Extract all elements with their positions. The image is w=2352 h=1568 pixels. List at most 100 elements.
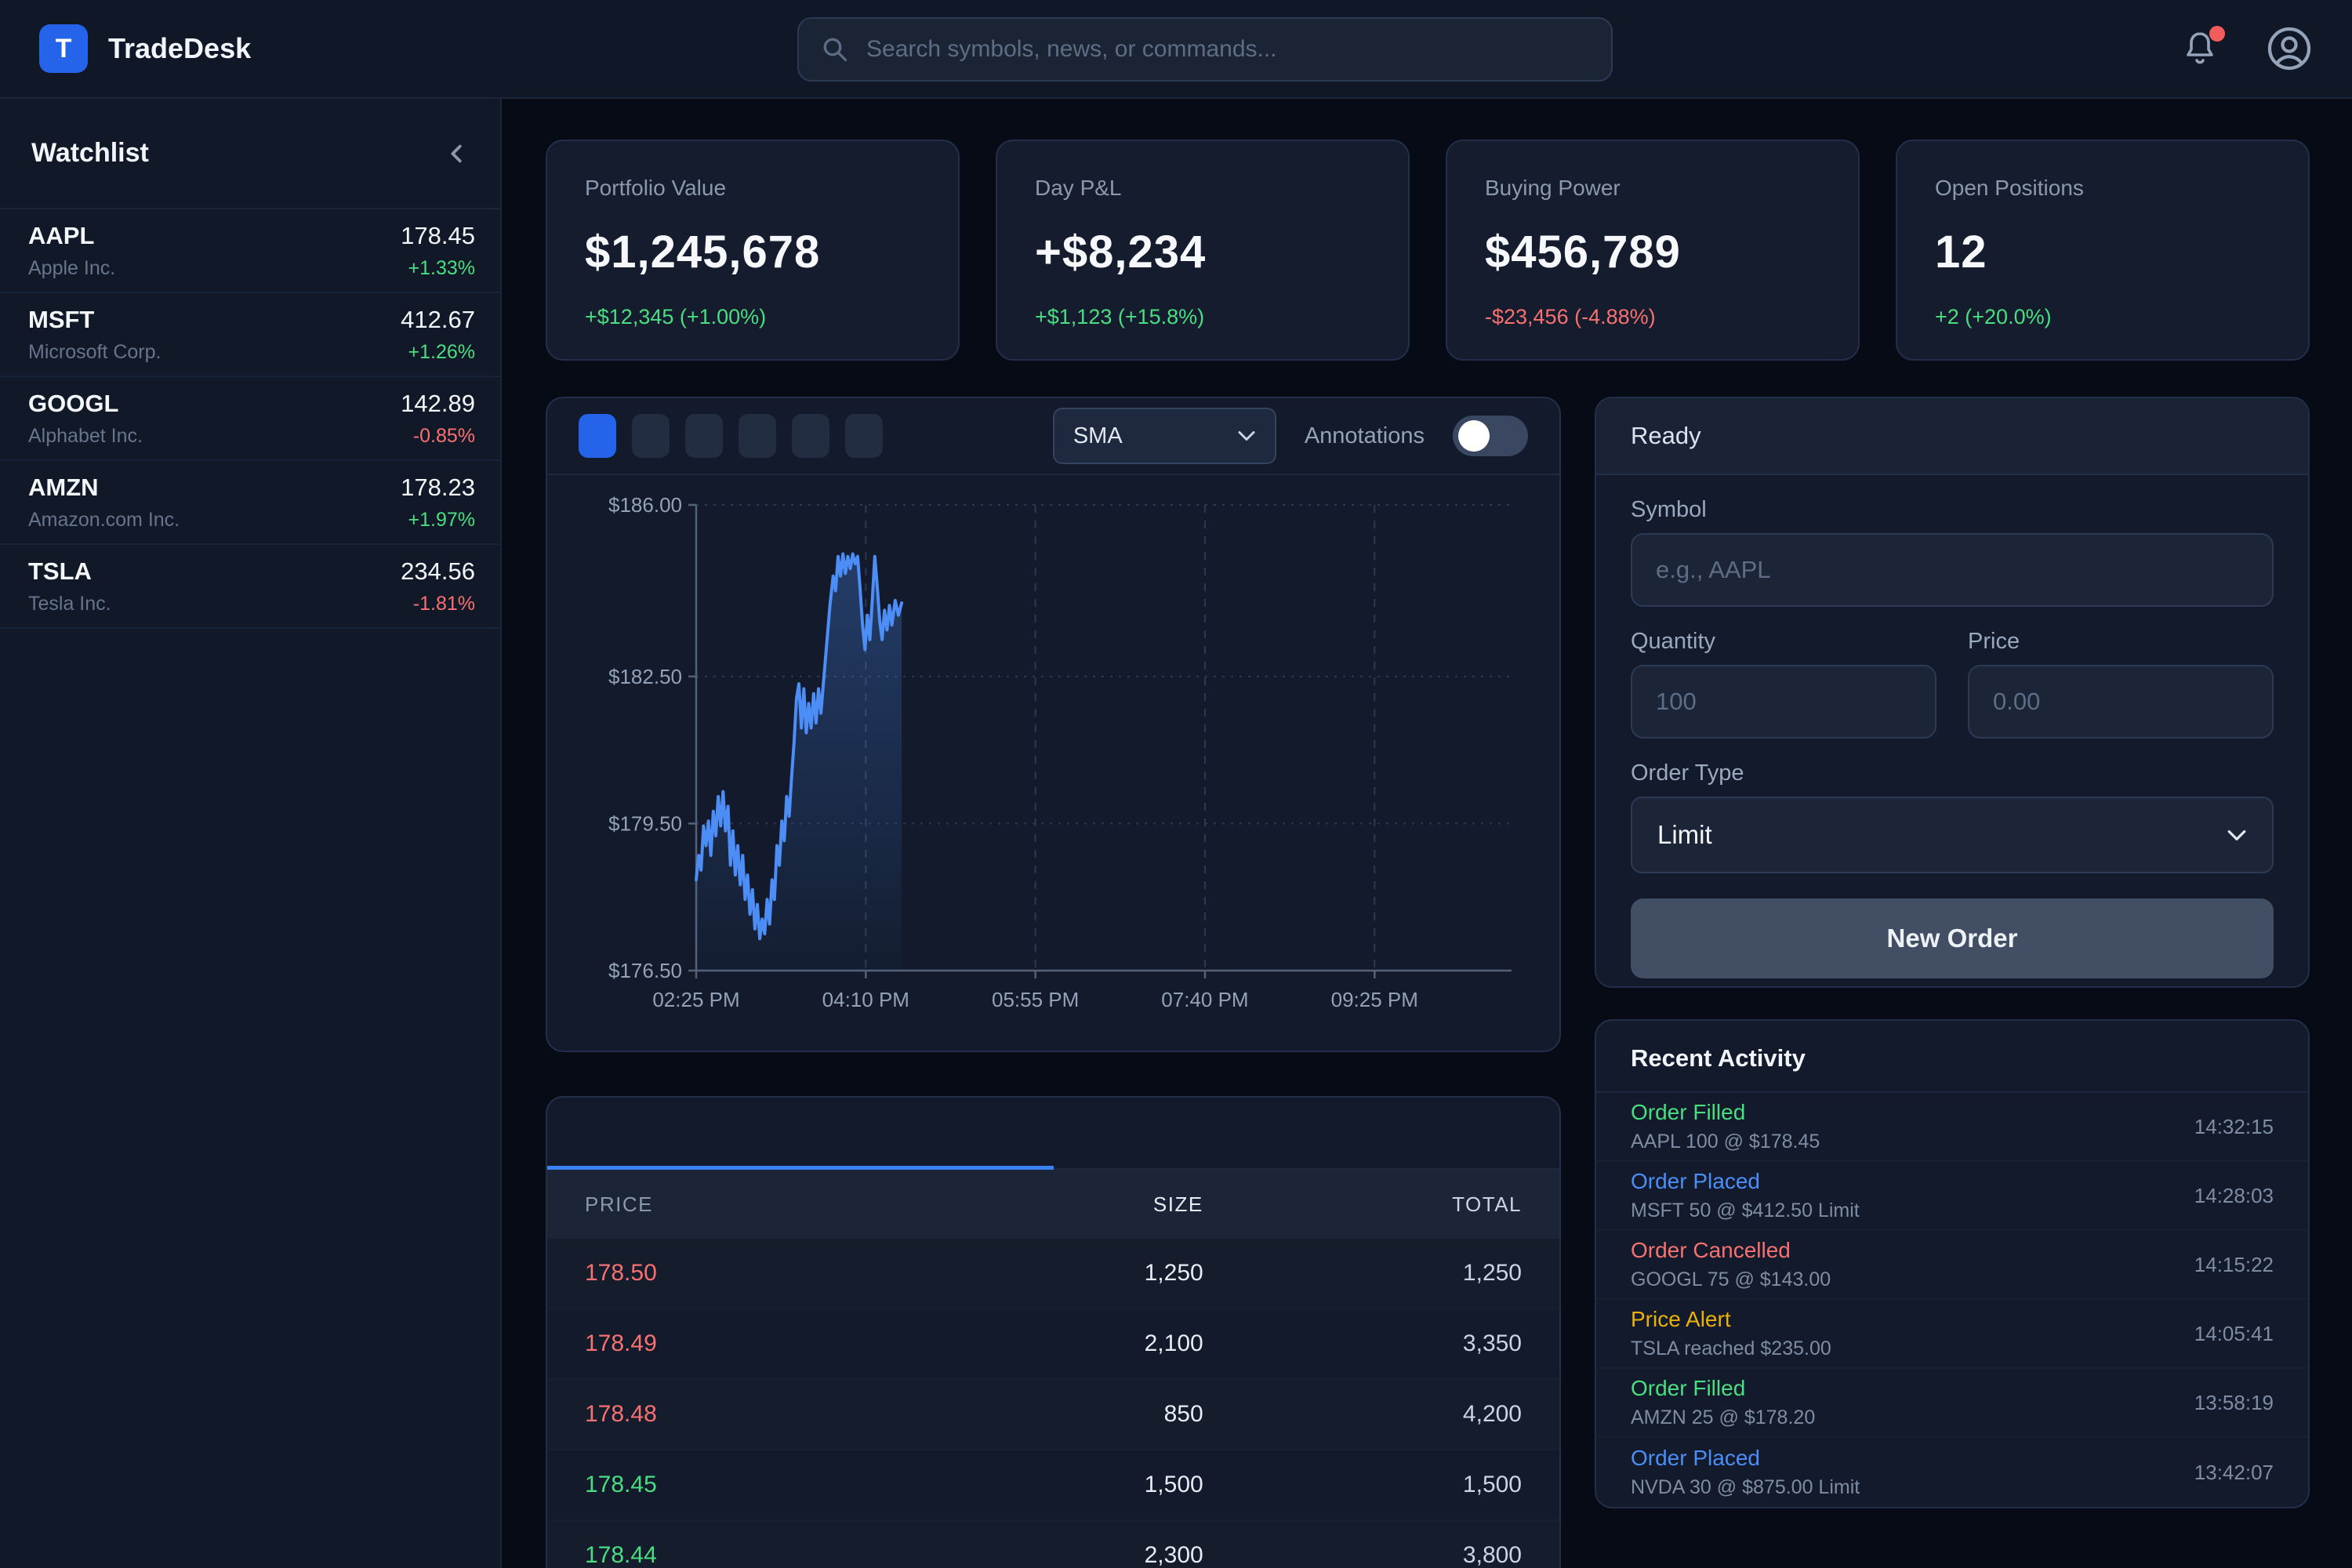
- depth-price: 178.48: [585, 1401, 894, 1428]
- table-row[interactable]: 178.45 1,500 1,500: [547, 1450, 1559, 1521]
- stat-change: +$12,345 (+1.00%): [585, 305, 920, 329]
- timeframe-button[interactable]: [579, 414, 616, 458]
- price-field[interactable]: [1968, 665, 2274, 739]
- depth-price: 178.49: [585, 1330, 894, 1357]
- timeframe-button[interactable]: [685, 414, 723, 458]
- chart-toolbar: SMA Annotations: [547, 398, 1559, 475]
- chart-body: $186.00$182.50$179.50$176.5002:25 PM04:1…: [547, 475, 1559, 1051]
- indicator-selected-value: SMA: [1073, 423, 1123, 449]
- depth-total: 1,250: [1203, 1260, 1522, 1287]
- watchlist-item[interactable]: GOOGL Alphabet Inc. 142.89 -0.85%: [0, 377, 500, 461]
- depth-size: 850: [894, 1401, 1203, 1428]
- stat-value: $456,789: [1485, 226, 1820, 278]
- activity-time: 14:05:41: [2194, 1322, 2274, 1346]
- new-order-button[interactable]: New Order: [1631, 898, 2274, 978]
- annotations-toggle[interactable]: [1453, 416, 1528, 456]
- watchlist-change: -0.85%: [401, 425, 475, 448]
- top-bar: T TradeDesk: [0, 0, 2352, 99]
- depth-price: 178.50: [585, 1260, 894, 1287]
- activity-type: Order Filled: [1631, 1100, 1820, 1125]
- chart-panel: SMA Annotations $186.00$182.50$179.50$17…: [546, 397, 1561, 1052]
- table-row[interactable]: 178.50 1,250 1,250: [547, 1239, 1559, 1309]
- stats-row: Portfolio Value $1,245,678 +$12,345 (+1.…: [546, 140, 2310, 361]
- stat-card: Buying Power $456,789 -$23,456 (-4.88%): [1446, 140, 1860, 361]
- watchlist-symbol: GOOGL: [28, 390, 143, 418]
- chevron-down-icon: [2227, 829, 2247, 842]
- activity-item: Order Placed MSFT 50 @ $412.50 Limit 14:…: [1596, 1162, 2308, 1231]
- svg-text:$179.50: $179.50: [608, 811, 682, 835]
- depth-price: 178.44: [585, 1542, 894, 1568]
- notifications-button[interactable]: [2181, 27, 2220, 70]
- collapse-sidebar-icon[interactable]: [445, 142, 469, 165]
- symbol-label: Symbol: [1631, 497, 2274, 523]
- watchlist-items: AAPL Apple Inc. 178.45 +1.33% MSFT Micro…: [0, 209, 500, 629]
- watchlist-company: Alphabet Inc.: [28, 425, 143, 448]
- column-price: PRICE: [585, 1192, 894, 1217]
- watchlist-price: 142.89: [401, 390, 475, 418]
- depth-size: 2,300: [894, 1542, 1203, 1568]
- watchlist-symbol: AMZN: [28, 474, 180, 502]
- timeframe-button[interactable]: [845, 414, 883, 458]
- watchlist-item[interactable]: MSFT Microsoft Corp. 412.67 +1.26%: [0, 293, 500, 377]
- order-type-select[interactable]: Limit: [1631, 797, 2274, 873]
- order-status: Ready: [1596, 398, 2308, 475]
- main-content: Portfolio Value $1,245,678 +$12,345 (+1.…: [503, 99, 2352, 1568]
- price-chart-svg[interactable]: $186.00$182.50$179.50$176.5002:25 PM04:1…: [579, 492, 1528, 1033]
- activity-item: Price Alert TSLA reached $235.00 14:05:4…: [1596, 1300, 2308, 1369]
- depth-price: 178.45: [585, 1472, 894, 1498]
- activity-type: Order Filled: [1631, 1376, 1815, 1401]
- search-icon: [821, 35, 849, 64]
- table-row[interactable]: 178.48 850 4,200: [547, 1380, 1559, 1450]
- timeframe-button[interactable]: [792, 414, 829, 458]
- toggle-knob: [1458, 420, 1490, 452]
- watchlist-price: 178.45: [401, 222, 475, 250]
- depth-tab[interactable]: [547, 1098, 1054, 1168]
- activity-detail: AMZN 25 @ $178.20: [1631, 1406, 1815, 1429]
- search-input[interactable]: [866, 36, 1589, 63]
- svg-text:04:10 PM: 04:10 PM: [822, 988, 909, 1011]
- watchlist-symbol: MSFT: [28, 306, 161, 334]
- activity-type: Price Alert: [1631, 1307, 1831, 1332]
- symbol-field[interactable]: [1631, 533, 2274, 607]
- activity-time: 14:28:03: [2194, 1184, 2274, 1208]
- depth-total: 3,350: [1203, 1330, 1522, 1357]
- activity-type: Order Placed: [1631, 1169, 1860, 1194]
- watchlist-company: Amazon.com Inc.: [28, 509, 180, 532]
- activity-time: 13:42:07: [2194, 1461, 2274, 1485]
- stat-change: +$1,123 (+15.8%): [1035, 305, 1370, 329]
- activity-detail: MSFT 50 @ $412.50 Limit: [1631, 1200, 1860, 1222]
- stat-card: Open Positions 12 +2 (+20.0%): [1896, 140, 2310, 361]
- watchlist-company: Microsoft Corp.: [28, 341, 161, 364]
- watchlist-item[interactable]: AMZN Amazon.com Inc. 178.23 +1.97%: [0, 461, 500, 545]
- watchlist-item[interactable]: AAPL Apple Inc. 178.45 +1.33%: [0, 209, 500, 293]
- svg-text:$176.50: $176.50: [608, 959, 682, 982]
- timeframe-button[interactable]: [739, 414, 776, 458]
- watchlist-change: -1.81%: [401, 593, 475, 615]
- account-button[interactable]: [2266, 25, 2313, 72]
- table-row[interactable]: 178.49 2,100 3,350: [547, 1309, 1559, 1380]
- activity-list: Order Filled AAPL 100 @ $178.45 14:32:15…: [1596, 1093, 2308, 1507]
- watchlist-change: +1.97%: [401, 509, 475, 532]
- quantity-label: Quantity: [1631, 629, 1936, 655]
- activity-item: Order Filled AAPL 100 @ $178.45 14:32:15: [1596, 1093, 2308, 1162]
- depth-tab[interactable]: [1054, 1098, 1560, 1168]
- timeframe-button[interactable]: [632, 414, 670, 458]
- timeframe-buttons: [579, 414, 883, 458]
- watchlist-change: +1.33%: [401, 257, 475, 280]
- table-row[interactable]: 178.44 2,300 3,800: [547, 1521, 1559, 1568]
- stat-value: $1,245,678: [585, 226, 920, 278]
- stat-value: +$8,234: [1035, 226, 1370, 278]
- depth-total: 3,800: [1203, 1542, 1522, 1568]
- svg-text:$182.50: $182.50: [608, 665, 682, 688]
- indicator-select[interactable]: SMA: [1053, 408, 1276, 464]
- global-search[interactable]: [797, 17, 1613, 82]
- depth-tabs: [547, 1098, 1559, 1170]
- watchlist-title: Watchlist: [31, 138, 149, 169]
- order-type-value: Limit: [1657, 820, 1712, 850]
- stat-card: Portfolio Value $1,245,678 +$12,345 (+1.…: [546, 140, 960, 361]
- watchlist-header: Watchlist: [0, 99, 500, 209]
- watchlist-item[interactable]: TSLA Tesla Inc. 234.56 -1.81%: [0, 545, 500, 629]
- quantity-field[interactable]: [1631, 665, 1936, 739]
- activity-detail: AAPL 100 @ $178.45: [1631, 1131, 1820, 1153]
- svg-text:09:25 PM: 09:25 PM: [1331, 988, 1418, 1011]
